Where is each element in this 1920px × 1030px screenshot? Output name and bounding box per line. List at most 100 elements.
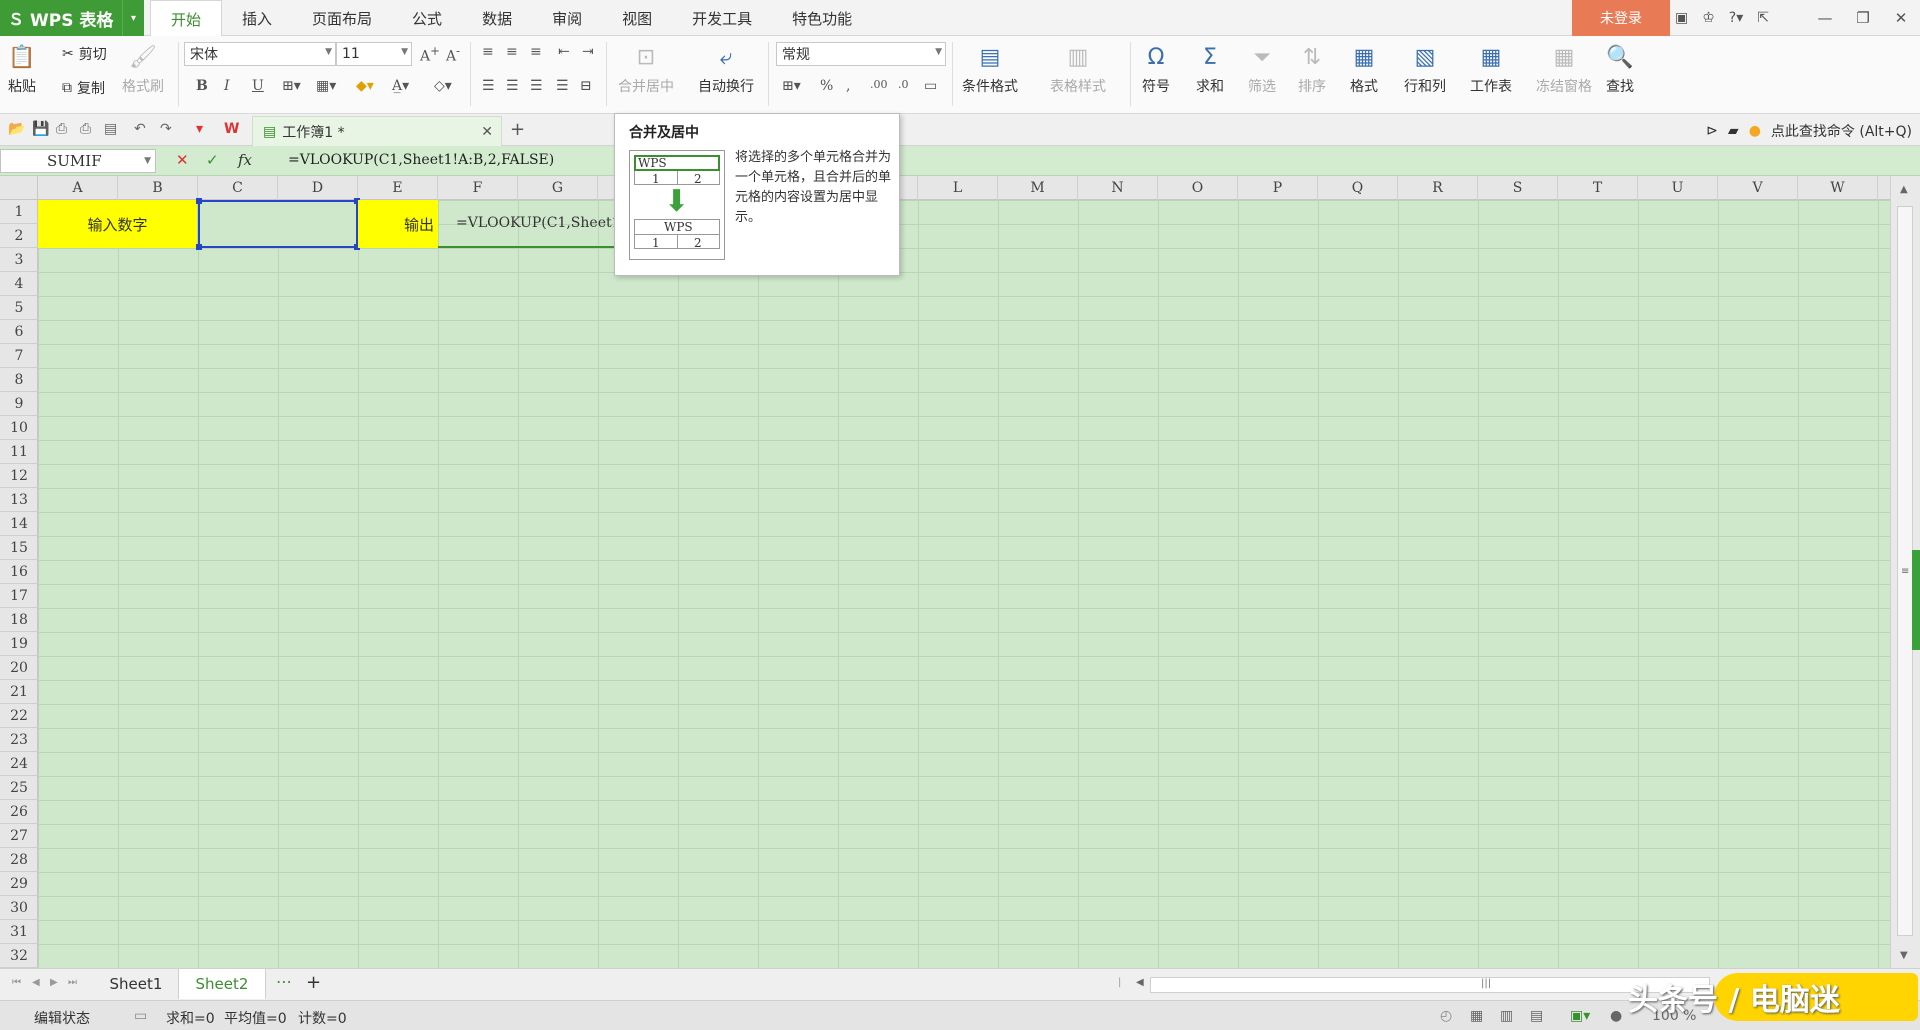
column-header-c[interactable]: C xyxy=(198,176,278,200)
row-header-2[interactable]: 2 xyxy=(0,224,38,248)
increase-font-icon[interactable]: A+ xyxy=(420,44,440,65)
row-header-23[interactable]: 23 xyxy=(0,728,38,752)
row-header-26[interactable]: 26 xyxy=(0,800,38,824)
align-right-icon[interactable]: ☰ xyxy=(530,78,543,94)
column-header-m[interactable]: M xyxy=(998,176,1078,200)
confirm-formula-icon[interactable]: ✓ xyxy=(206,151,219,169)
border-icon[interactable]: ⊞▾ xyxy=(282,78,301,94)
font-name-select[interactable]: 宋体 ▼ xyxy=(184,42,336,66)
row-header-4[interactable]: 4 xyxy=(0,272,38,296)
format-painter-button[interactable]: 🖌 格式刷 xyxy=(122,44,164,96)
row-header-29[interactable]: 29 xyxy=(0,872,38,896)
row-header-3[interactable]: 3 xyxy=(0,248,38,272)
skin-icon[interactable]: ▣ xyxy=(1675,10,1688,26)
row-header-32[interactable]: 32 xyxy=(0,944,38,968)
redo-icon[interactable]: ↷ xyxy=(160,121,172,137)
row-header-31[interactable]: 31 xyxy=(0,920,38,944)
row-header-6[interactable]: 6 xyxy=(0,320,38,344)
share-icon[interactable]: ⊳ xyxy=(1706,123,1718,139)
more-sheets-icon[interactable]: ⋯ xyxy=(276,972,292,991)
row-header-22[interactable]: 22 xyxy=(0,704,38,728)
number-format-icon[interactable]: ▭ xyxy=(924,78,937,94)
cell-a1-merged[interactable]: 输入数字 xyxy=(38,200,198,248)
tab-home[interactable]: 开始 xyxy=(150,0,223,37)
align-top-icon[interactable]: ≡ xyxy=(482,44,494,60)
wrap-text-button[interactable]: ⤶ 自动换行 xyxy=(698,44,754,96)
add-sheet-icon[interactable]: + xyxy=(306,972,321,993)
column-header-b[interactable]: B xyxy=(118,176,198,200)
export-icon[interactable]: ⎙ xyxy=(56,121,67,137)
row-header-11[interactable]: 11 xyxy=(0,440,38,464)
scroll-down-icon[interactable]: ▼ xyxy=(1900,950,1908,961)
column-header-r[interactable]: R xyxy=(1398,176,1478,200)
format-button[interactable]: ▦ 格式 xyxy=(1350,44,1378,96)
increase-decimal-icon[interactable]: .00 xyxy=(870,78,888,91)
align-middle-icon[interactable]: ≡ xyxy=(506,44,518,60)
cut-button[interactable]: ✂ 剪切 xyxy=(62,44,107,64)
shirt-icon[interactable]: ♔ xyxy=(1702,10,1715,26)
column-header-l[interactable]: L xyxy=(918,176,998,200)
row-header-10[interactable]: 10 xyxy=(0,416,38,440)
message-icon[interactable]: ▰ xyxy=(1728,123,1739,139)
indent-increase-icon[interactable]: ⇥ xyxy=(582,44,594,60)
currency-icon[interactable]: ⊞▾ xyxy=(782,78,801,94)
column-header-o[interactable]: O xyxy=(1158,176,1238,200)
prev-sheet-icon[interactable]: ◀ xyxy=(32,977,40,988)
distributed-icon[interactable]: ⊟ xyxy=(580,78,592,94)
undo-icon[interactable]: ↶ xyxy=(134,121,146,137)
new-tab-icon[interactable]: + xyxy=(510,119,525,140)
sheet-tab-sheet2[interactable]: Sheet2 xyxy=(178,969,266,999)
page-break-view-icon[interactable]: ▤ xyxy=(1530,1008,1543,1024)
scroll-up-icon[interactable]: ▲ xyxy=(1900,184,1908,195)
row-header-14[interactable]: 14 xyxy=(0,512,38,536)
align-center-icon[interactable]: ☰ xyxy=(506,78,519,94)
row-header-30[interactable]: 30 xyxy=(0,896,38,920)
row-header-18[interactable]: 18 xyxy=(0,608,38,632)
tab-data[interactable]: 数据 xyxy=(462,0,532,36)
align-bottom-icon[interactable]: ≡ xyxy=(530,44,542,60)
column-header-f[interactable]: F xyxy=(438,176,518,200)
preview-icon[interactable]: ▤ xyxy=(104,121,117,137)
column-header-a[interactable]: A xyxy=(38,176,118,200)
customize-icon[interactable]: ▾ xyxy=(196,121,203,137)
freeze-panes-button[interactable]: ▦ 冻结窗格 xyxy=(1536,44,1592,96)
indent-decrease-icon[interactable]: ⇤ xyxy=(558,44,570,60)
tab-review[interactable]: 审阅 xyxy=(532,0,602,36)
row-header-13[interactable]: 13 xyxy=(0,488,38,512)
merge-center-button[interactable]: ⊡ 合并居中 xyxy=(618,44,674,96)
row-header-7[interactable]: 7 xyxy=(0,344,38,368)
column-header-q[interactable]: Q xyxy=(1318,176,1398,200)
number-format-select[interactable]: 常规 ▼ xyxy=(776,42,946,66)
side-panel-toggle[interactable] xyxy=(1912,550,1920,650)
filter-button[interactable]: ⏷ 筛选 xyxy=(1248,44,1276,96)
column-header-v[interactable]: V xyxy=(1718,176,1798,200)
command-search[interactable]: ⊳ ▰ ● 点此查找命令 (Alt+Q) xyxy=(1706,121,1912,141)
column-header-p[interactable]: P xyxy=(1238,176,1318,200)
row-header-28[interactable]: 28 xyxy=(0,848,38,872)
column-header-t[interactable]: T xyxy=(1558,176,1638,200)
fullscreen-icon[interactable]: ⇱ xyxy=(1757,10,1769,26)
column-header-u[interactable]: U xyxy=(1638,176,1718,200)
font-color-icon[interactable]: A̲▾ xyxy=(392,78,409,94)
document-tab[interactable]: ▤ 工作簿1 * ✕ xyxy=(252,116,502,146)
italic-button[interactable]: I xyxy=(224,78,230,94)
app-menu-button[interactable]: Ｓ WPS 表格 ▾ xyxy=(0,0,144,36)
copy-button[interactable]: ⧉ 复制 xyxy=(62,78,105,98)
insert-function-icon[interactable]: fx xyxy=(238,151,252,169)
font-size-select[interactable]: 11 ▼ xyxy=(336,42,412,66)
cancel-formula-icon[interactable]: ✕ xyxy=(176,151,189,169)
sheet-tab-sheet1[interactable]: Sheet1 xyxy=(96,969,176,999)
restore-icon[interactable]: ❐ xyxy=(1844,0,1882,36)
row-header-16[interactable]: 16 xyxy=(0,560,38,584)
tab-developer[interactable]: 开发工具 xyxy=(672,0,772,36)
column-header-e[interactable]: E xyxy=(358,176,438,200)
cell-border-icon[interactable]: ▦▾ xyxy=(316,78,336,94)
decrease-decimal-icon[interactable]: .0 xyxy=(898,78,909,91)
sum-button[interactable]: Σ 求和 xyxy=(1196,44,1224,96)
column-header-n[interactable]: N xyxy=(1078,176,1158,200)
underline-button[interactable]: U xyxy=(252,78,264,94)
percent-button[interactable]: % xyxy=(820,78,833,94)
row-header-27[interactable]: 27 xyxy=(0,824,38,848)
row-header-19[interactable]: 19 xyxy=(0,632,38,656)
scroll-left-icon[interactable]: ◀ xyxy=(1136,977,1144,988)
